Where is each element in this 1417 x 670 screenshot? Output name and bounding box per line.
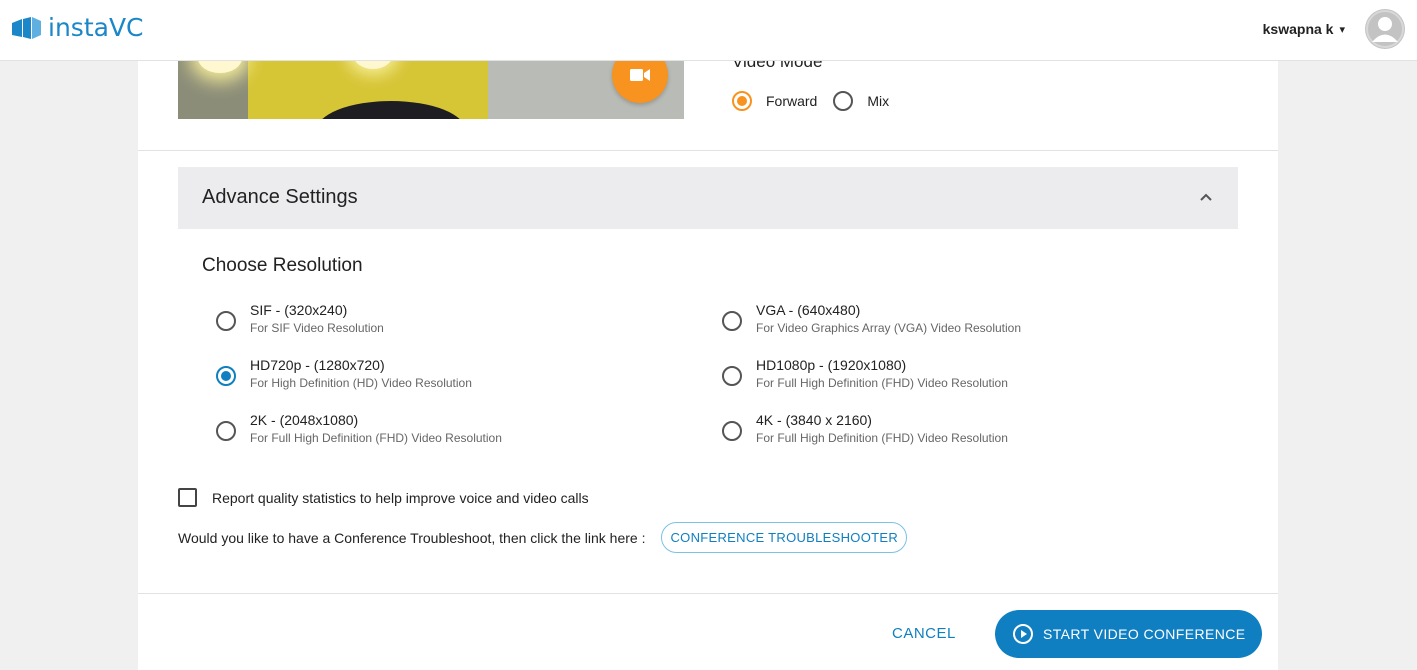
- username[interactable]: kswapna k: [1263, 21, 1334, 37]
- resolution-radio[interactable]: [722, 366, 742, 386]
- troubleshoot-text: Would you like to have a Conference Trou…: [178, 529, 646, 546]
- resolution-radio[interactable]: [216, 311, 236, 331]
- video-mode-options: Forward Mix: [732, 91, 905, 111]
- preview-light: [198, 61, 242, 73]
- resolution-desc: For Full High Definition (FHD) Video Res…: [756, 376, 1008, 390]
- cancel-button[interactable]: CANCEL: [892, 625, 956, 642]
- resolution-option-4k[interactable]: 4K - (3840 x 2160) For Full High Definit…: [722, 411, 1008, 447]
- top-header: instaVC kswapna k ▾: [0, 0, 1417, 61]
- divider: [138, 150, 1278, 151]
- video-mode-mix-label[interactable]: Mix: [867, 93, 889, 109]
- advance-settings-title: Advance Settings: [202, 186, 358, 208]
- report-stats-checkbox[interactable]: [178, 488, 197, 507]
- logo-icon: [12, 17, 41, 39]
- video-camera-icon: [630, 69, 650, 81]
- settings-card: Video Mode Forward Mix Advance Settings …: [138, 47, 1278, 670]
- divider: [138, 593, 1278, 594]
- resolution-name: VGA - (640x480): [756, 302, 861, 318]
- conference-troubleshooter-button[interactable]: CONFERENCE TROUBLESHOOTER: [661, 522, 908, 553]
- avatar[interactable]: [1365, 9, 1405, 49]
- resolution-desc: For High Definition (HD) Video Resolutio…: [250, 376, 472, 390]
- user-icon: [1366, 10, 1404, 48]
- resolution-option-hd1080p[interactable]: HD1080p - (1920x1080) For Full High Defi…: [722, 356, 1008, 392]
- chevron-up-icon[interactable]: [1198, 189, 1214, 205]
- resolution-name: HD720p - (1280x720): [250, 357, 385, 373]
- video-mode-mix-radio[interactable]: [833, 91, 854, 111]
- resolution-name: 2K - (2048x1080): [250, 412, 359, 428]
- resolution-option-vga[interactable]: VGA - (640x480) For Video Graphics Array…: [722, 301, 1021, 337]
- resolution-desc: For SIF Video Resolution: [250, 321, 384, 335]
- resolution-radio[interactable]: [216, 366, 236, 386]
- resolution-option-hd720p[interactable]: HD720p - (1280x720) For High Definition …: [216, 356, 472, 392]
- logo-text: instaVC: [48, 13, 144, 42]
- video-mode-forward-label[interactable]: Forward: [766, 93, 817, 109]
- advance-settings-header[interactable]: Advance Settings: [178, 167, 1238, 229]
- resolution-option-sif[interactable]: SIF - (320x240) For SIF Video Resolution: [216, 301, 384, 337]
- user-menu[interactable]: kswapna k ▾: [1263, 9, 1405, 49]
- chevron-down-icon[interactable]: ▾: [1339, 23, 1345, 36]
- start-video-conference-button[interactable]: START VIDEO CONFERENCE: [995, 610, 1262, 658]
- report-stats-row: Report quality statistics to help improv…: [178, 488, 589, 507]
- resolution-desc: For Full High Definition (FHD) Video Res…: [250, 431, 502, 445]
- resolution-radio[interactable]: [722, 421, 742, 441]
- resolution-desc: For Video Graphics Array (VGA) Video Res…: [756, 321, 1022, 335]
- resolution-desc: For Full High Definition (FHD) Video Res…: [756, 431, 1008, 445]
- resolution-name: 4K - (3840 x 2160): [756, 412, 872, 428]
- resolution-name: SIF - (320x240): [250, 302, 348, 318]
- instavc-logo[interactable]: instaVC: [12, 14, 144, 42]
- choose-resolution-title: Choose Resolution: [202, 255, 363, 276]
- resolution-option-2k[interactable]: 2K - (2048x1080) For Full High Definitio…: [216, 411, 502, 447]
- camera-preview: [178, 61, 684, 119]
- report-stats-label[interactable]: Report quality statistics to help improv…: [212, 490, 589, 506]
- video-mode-forward-radio[interactable]: [732, 91, 752, 111]
- resolution-radio[interactable]: [722, 311, 742, 331]
- troubleshoot-row: Would you like to have a Conference Trou…: [178, 522, 908, 553]
- start-video-conference-label: START VIDEO CONFERENCE: [1043, 626, 1246, 642]
- play-circle-icon: [1013, 624, 1033, 644]
- resolution-name: HD1080p - (1920x1080): [756, 357, 907, 373]
- resolution-radio[interactable]: [216, 421, 236, 441]
